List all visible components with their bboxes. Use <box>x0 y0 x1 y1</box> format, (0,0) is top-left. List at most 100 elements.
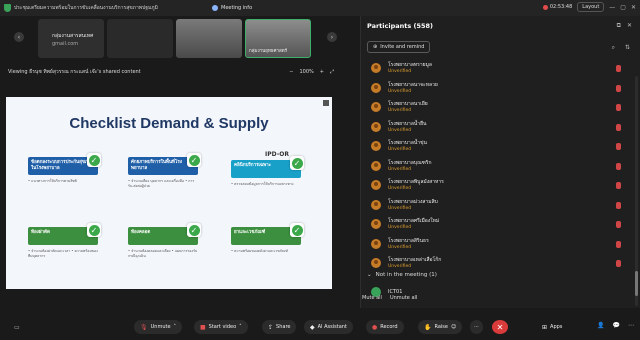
panel-close-icon[interactable]: ✕ <box>627 22 632 30</box>
share-label: Share <box>276 324 291 330</box>
invite-label: Invite and remind <box>380 44 425 50</box>
participant-row[interactable]: โรงพยาบาลน้ำขุ่น Unverified <box>361 137 633 157</box>
scrollbar-thumb[interactable] <box>635 271 638 296</box>
add-person-icon: ⊕ <box>373 44 378 50</box>
viewing-bar: Viewing ธีรนุช ทิพย์สุวรรณ กระแสน์ เจ๊ะ'… <box>0 62 358 82</box>
not-in-meeting-section[interactable]: ⌄ Not in the meeting (1) <box>367 272 437 278</box>
participant-row[interactable]: โรงพยาบาลสิรินธร Unverified <box>361 235 633 255</box>
participant-row[interactable]: โรงพยาบาลนาจะหลวย Unverified <box>361 79 633 99</box>
thumbnail-3[interactable] <box>176 19 242 58</box>
leave-meeting-icon[interactable]: ✕ <box>492 320 508 334</box>
checkmark-icon: ✓ <box>187 153 201 167</box>
slide-card-5: ห้องคลอด ✓ • จำนวนห้องคลอดและเตียง • แผน… <box>128 223 201 259</box>
minimize-icon[interactable]: — <box>609 4 615 11</box>
checkmark-icon: ✓ <box>87 223 101 237</box>
share-button[interactable]: ⇪ Share <box>262 320 297 334</box>
viewing-text: Viewing ธีรนุช ทิพย์สุวรรณ กระแสน์ เจ๊ะ'… <box>8 69 141 75</box>
participant-row[interactable]: โรงพยาบาลเหล่าเสือโก้ก Unverified <box>361 254 633 274</box>
participant-row[interactable]: โรงพยาบาลม่วงสามสิบ Unverified <box>361 196 633 216</box>
meeting-info-button[interactable]: Meeting info <box>212 5 252 11</box>
avatar <box>371 121 381 132</box>
shared-slide: Checklist Demand & Supply IPD-OR ข้อตกลง… <box>6 97 332 289</box>
chat-icon[interactable]: 💬 <box>613 322 620 329</box>
mute-all-button[interactable]: Mute all <box>362 295 382 301</box>
avatar <box>371 82 381 93</box>
raise-button[interactable]: ✋ Raise ☺ <box>418 320 463 334</box>
meeting-info-label: Meeting info <box>221 5 253 11</box>
more-options-button[interactable]: ⋯ <box>470 320 483 334</box>
zoom-level[interactable]: 100% <box>299 69 313 75</box>
thumbnail-1-sub: gmail.com <box>52 41 79 47</box>
participant-status: Unverified <box>388 108 412 113</box>
card-body: • ตรวจสอบข้อมูลการให้บริการเฉพาะทาง <box>231 182 294 186</box>
unmute-all-button[interactable]: Unmute all <box>390 295 417 301</box>
muted-mic-icon <box>616 162 621 170</box>
participant-row[interactable]: โรงพยาบาลน้ำยืน Unverified <box>361 118 633 138</box>
captions-icon[interactable]: ▭ <box>14 324 20 331</box>
participant-name: โรงพยาบาลนาเยีย <box>388 101 428 107</box>
participant-name: โรงพยาบาลน้ำขุ่น <box>388 140 427 146</box>
thumbnails-prev-icon[interactable]: ‹ <box>14 32 24 42</box>
zoom-out-icon[interactable]: − <box>289 69 293 75</box>
meeting-title: ประชุมเตรียมความพร้อมในการขับเคลื่อนงานบ… <box>14 5 158 11</box>
recording-dot-icon <box>542 4 548 10</box>
unmute-button[interactable]: 🎙 Unmute ˄ <box>134 320 183 334</box>
unmute-label: Unmute <box>150 324 171 330</box>
participant-name: โรงพยาบาลเหล่าเสือโก้ก <box>388 257 442 263</box>
popout-icon[interactable]: ⧉ <box>617 22 621 30</box>
record-button[interactable]: ● Record <box>366 320 404 334</box>
start-video-label: Start video <box>208 324 237 330</box>
participant-row[interactable]: โรงพยาบาลศรีเมืองใหม่ Unverified <box>361 215 633 235</box>
thumbnail-1[interactable]: กลุ่มงานสารสนเทศ gmail.com <box>38 19 104 58</box>
participant-scrollbar[interactable] <box>635 76 638 306</box>
card-body: • จำนวนห้องผ่าตัดและเวลา • ความพร้อมของท… <box>28 249 98 258</box>
more-icon: ⋯ <box>474 324 479 330</box>
record-label: Record <box>380 324 398 330</box>
panel-tools: ⌕ ⇅ <box>612 44 630 52</box>
participant-row[interactable]: โรงพยาบาลบุณฑริก Unverified <box>361 157 633 177</box>
slide-ipd-label: IPD-OR <box>265 151 289 158</box>
apps-button[interactable]: ⊞ Apps <box>536 320 568 334</box>
participants-icon[interactable]: 👤 <box>597 322 604 329</box>
chevron-up-icon: ˄ <box>239 324 242 330</box>
titlebar-right: 02:53:48 Layout — ▢ ✕ <box>542 2 636 12</box>
thumbnail-2[interactable] <box>107 19 173 58</box>
participant-name: โรงพยาบาลบุณฑริก <box>388 159 432 166</box>
checkmark-icon: ✓ <box>187 223 201 237</box>
participant-status: Unverified <box>388 69 412 74</box>
ai-assistant-button[interactable]: ◆ AI Assistant <box>304 320 353 334</box>
share-icon: ⇪ <box>268 323 274 331</box>
participant-row[interactable]: โรงพยาบาลทรายมูล Unverified <box>361 59 633 79</box>
muted-mic-icon <box>616 182 621 189</box>
participant-name: โรงพยาบาลนาจะหลวย <box>388 81 438 88</box>
sort-icon[interactable]: ⇅ <box>625 44 630 52</box>
video-off-icon: ■ <box>200 323 206 331</box>
panel-header-icons: ⧉ ✕ <box>617 22 632 30</box>
participant-name: โรงพยาบาลม่วงสามสิบ <box>388 198 438 205</box>
participant-row[interactable]: โรงพยาบาลนาเยีย Unverified <box>361 98 633 118</box>
avatar <box>371 180 381 190</box>
slide-card-6: ยาและเวชภัณฑ์ ✓ • ความพร้อมของคลังยาและเ… <box>231 223 304 254</box>
muted-mic-icon <box>616 240 621 248</box>
start-video-button[interactable]: ■ Start video ˄ <box>194 320 248 334</box>
close-icon[interactable]: ✕ <box>631 4 636 11</box>
invite-remind-button[interactable]: ⊕ Invite and remind <box>367 41 431 53</box>
slide-card-4: ห้องผ่าตัด ✓ • จำนวนห้องผ่าตัดและเวลา • … <box>28 223 101 259</box>
zoom-controls: − 100% + ⤢ <box>289 69 334 75</box>
thumbnails-next-icon[interactable]: › <box>327 32 337 42</box>
zoom-in-icon[interactable]: + <box>320 69 324 75</box>
layout-button[interactable]: Layout <box>577 2 605 12</box>
participant-row[interactable]: โรงพยาบาลพิบูลมังสาหาร Unverified <box>361 176 633 196</box>
thumbnail-4[interactable]: กลุ่มงานยุทธศาสตร์ <box>245 19 311 58</box>
avatar <box>371 219 381 229</box>
fit-screen-icon[interactable]: ⤢ <box>330 69 334 75</box>
more-panel-icon[interactable]: ⋯ <box>628 322 634 329</box>
search-icon[interactable]: ⌕ <box>612 44 615 52</box>
participant-status: Unverified <box>388 127 412 133</box>
participant-name: โรงพยาบาลพิบูลมังสาหาร <box>388 179 444 185</box>
maximize-icon[interactable]: ▢ <box>620 4 626 11</box>
muted-mic-icon <box>616 65 621 72</box>
muted-mic-icon <box>616 221 621 228</box>
muted-mic-icon <box>616 143 621 150</box>
avatar <box>371 141 381 151</box>
